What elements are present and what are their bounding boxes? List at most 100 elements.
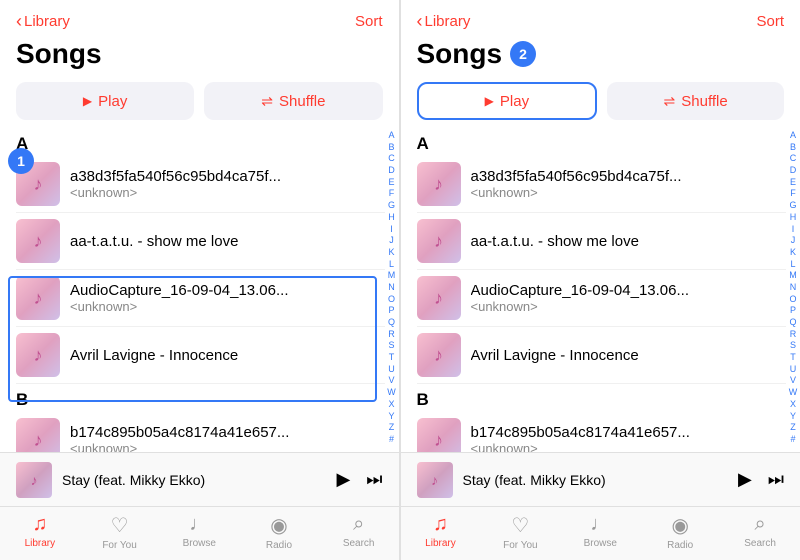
- alpha-C[interactable]: C: [790, 153, 797, 165]
- alpha-B[interactable]: B: [388, 142, 394, 154]
- alpha-F[interactable]: F: [790, 188, 796, 200]
- play-label: Play: [98, 93, 127, 110]
- alphabet-index[interactable]: ABCDEFGHIJKLMNOPQRSTUVWXYZ#: [385, 128, 399, 452]
- list-item[interactable]: ♪Avril Lavigne - Innocence: [16, 327, 385, 384]
- tab-icon-for you: ♡: [511, 513, 529, 538]
- alpha-#[interactable]: #: [790, 434, 795, 446]
- play-button[interactable]: ▶Play: [16, 82, 194, 120]
- alpha-Z[interactable]: Z: [389, 422, 395, 434]
- alpha-R[interactable]: R: [790, 329, 797, 341]
- alpha-O[interactable]: O: [789, 294, 796, 306]
- play-button[interactable]: ▶Play: [417, 82, 598, 120]
- alpha-F[interactable]: F: [389, 188, 395, 200]
- alpha-J[interactable]: J: [389, 235, 394, 247]
- alpha-M[interactable]: M: [388, 270, 396, 282]
- list-item[interactable]: ♪a38d3f5fa540f56c95bd4ca75f...<unknown>: [417, 156, 787, 213]
- alpha-C[interactable]: C: [388, 153, 395, 165]
- now-playing-bar[interactable]: ♪Stay (feat. Mikky Ekko)▶⏭: [0, 452, 399, 506]
- back-button[interactable]: ‹Library: [417, 11, 471, 32]
- alpha-D[interactable]: D: [790, 165, 797, 177]
- alpha-Y[interactable]: Y: [388, 411, 394, 423]
- now-playing-thumbnail: ♪: [16, 462, 52, 498]
- alpha-W[interactable]: W: [789, 387, 798, 399]
- alpha-X[interactable]: X: [790, 399, 796, 411]
- alpha-A[interactable]: A: [388, 130, 394, 142]
- alpha-S[interactable]: S: [790, 340, 796, 352]
- alpha-X[interactable]: X: [388, 399, 394, 411]
- song-artist: <unknown>: [70, 185, 385, 200]
- alpha-I[interactable]: I: [390, 224, 393, 236]
- alpha-P[interactable]: P: [388, 305, 394, 317]
- alpha-Y[interactable]: Y: [790, 411, 796, 423]
- tab-for-you[interactable]: ♡For You: [480, 513, 560, 551]
- alpha-K[interactable]: K: [388, 247, 394, 259]
- alpha-V[interactable]: V: [388, 375, 394, 387]
- alpha-L[interactable]: L: [790, 259, 795, 271]
- alpha-Q[interactable]: Q: [789, 317, 796, 329]
- tab-library[interactable]: ♫Library: [401, 513, 481, 549]
- alpha-R[interactable]: R: [388, 329, 395, 341]
- tab-radio[interactable]: ◉Radio: [239, 513, 319, 551]
- alpha-A[interactable]: A: [790, 130, 796, 142]
- list-item[interactable]: ♪aa-t.a.t.u. - show me love: [417, 213, 787, 270]
- tab-browse[interactable]: ♩Browse: [159, 513, 239, 549]
- alpha-G[interactable]: G: [789, 200, 796, 212]
- tab-label-search: Search: [744, 538, 776, 549]
- song-title: Avril Lavigne - Innocence: [471, 347, 787, 364]
- alpha-Q[interactable]: Q: [388, 317, 395, 329]
- sort-button[interactable]: Sort: [355, 13, 383, 30]
- alpha-U[interactable]: U: [388, 364, 395, 376]
- alpha-N[interactable]: N: [388, 282, 395, 294]
- list-item[interactable]: ♪aa-t.a.t.u. - show me love: [16, 213, 385, 270]
- alpha-S[interactable]: S: [388, 340, 394, 352]
- alpha-T[interactable]: T: [790, 352, 796, 364]
- alpha-D[interactable]: D: [388, 165, 395, 177]
- alpha-I[interactable]: I: [792, 224, 795, 236]
- songs-container: A ♪a38d3f5fa540f56c95bd4ca75f...<unknown>…: [401, 128, 800, 452]
- play-pause-button[interactable]: ▶: [738, 469, 752, 490]
- alpha-K[interactable]: K: [790, 247, 796, 259]
- song-thumbnail: ♪: [16, 276, 60, 320]
- alpha-T[interactable]: T: [389, 352, 395, 364]
- tab-browse[interactable]: ♩Browse: [560, 513, 640, 549]
- alpha-G[interactable]: G: [388, 200, 395, 212]
- alpha-J[interactable]: J: [791, 235, 796, 247]
- alpha-V[interactable]: V: [790, 375, 796, 387]
- alpha-E[interactable]: E: [388, 177, 394, 189]
- alpha-M[interactable]: M: [789, 270, 797, 282]
- alpha-#[interactable]: #: [389, 434, 394, 446]
- list-item[interactable]: ♪a38d3f5fa540f56c95bd4ca75f...<unknown>: [16, 156, 385, 213]
- tab-search[interactable]: ⌕Search: [720, 513, 800, 549]
- alpha-Z[interactable]: Z: [790, 422, 796, 434]
- alpha-H[interactable]: H: [388, 212, 395, 224]
- list-item[interactable]: ♪AudioCapture_16-09-04_13.06...<unknown>: [417, 270, 787, 327]
- tab-icon-browse: ♩: [590, 513, 610, 536]
- back-button[interactable]: ‹Library: [16, 11, 70, 32]
- alpha-H[interactable]: H: [790, 212, 797, 224]
- alpha-U[interactable]: U: [790, 364, 797, 376]
- list-item[interactable]: ♪Avril Lavigne - Innocence: [417, 327, 787, 384]
- fast-forward-button[interactable]: ⏭: [366, 469, 382, 490]
- alpha-E[interactable]: E: [790, 177, 796, 189]
- alpha-L[interactable]: L: [389, 259, 394, 271]
- alphabet-index[interactable]: ABCDEFGHIJKLMNOPQRSTUVWXYZ#: [786, 128, 800, 452]
- tab-library[interactable]: ♫Library: [0, 513, 80, 549]
- list-item[interactable]: ♪b174c895b05a4c8174a41e657...<unknown>: [417, 412, 787, 452]
- fast-forward-button[interactable]: ⏭: [768, 469, 784, 490]
- alpha-W[interactable]: W: [387, 387, 396, 399]
- shuffle-button[interactable]: ⇌Shuffle: [204, 82, 382, 120]
- tab-radio[interactable]: ◉Radio: [640, 513, 720, 551]
- sort-button[interactable]: Sort: [756, 13, 784, 30]
- shuffle-button[interactable]: ⇌Shuffle: [607, 82, 784, 120]
- alpha-O[interactable]: O: [388, 294, 395, 306]
- tab-for-you[interactable]: ♡For You: [80, 513, 160, 551]
- song-info: aa-t.a.t.u. - show me love: [70, 233, 385, 250]
- play-pause-button[interactable]: ▶: [336, 469, 350, 490]
- alpha-B[interactable]: B: [790, 142, 796, 154]
- now-playing-bar[interactable]: ♪Stay (feat. Mikky Ekko)▶⏭: [401, 452, 800, 506]
- list-item[interactable]: ♪b174c895b05a4c8174a41e657...<unknown>: [16, 412, 385, 452]
- tab-search[interactable]: ⌕Search: [319, 513, 399, 549]
- alpha-P[interactable]: P: [790, 305, 796, 317]
- alpha-N[interactable]: N: [790, 282, 797, 294]
- list-item[interactable]: ♪AudioCapture_16-09-04_13.06...<unknown>: [16, 270, 385, 327]
